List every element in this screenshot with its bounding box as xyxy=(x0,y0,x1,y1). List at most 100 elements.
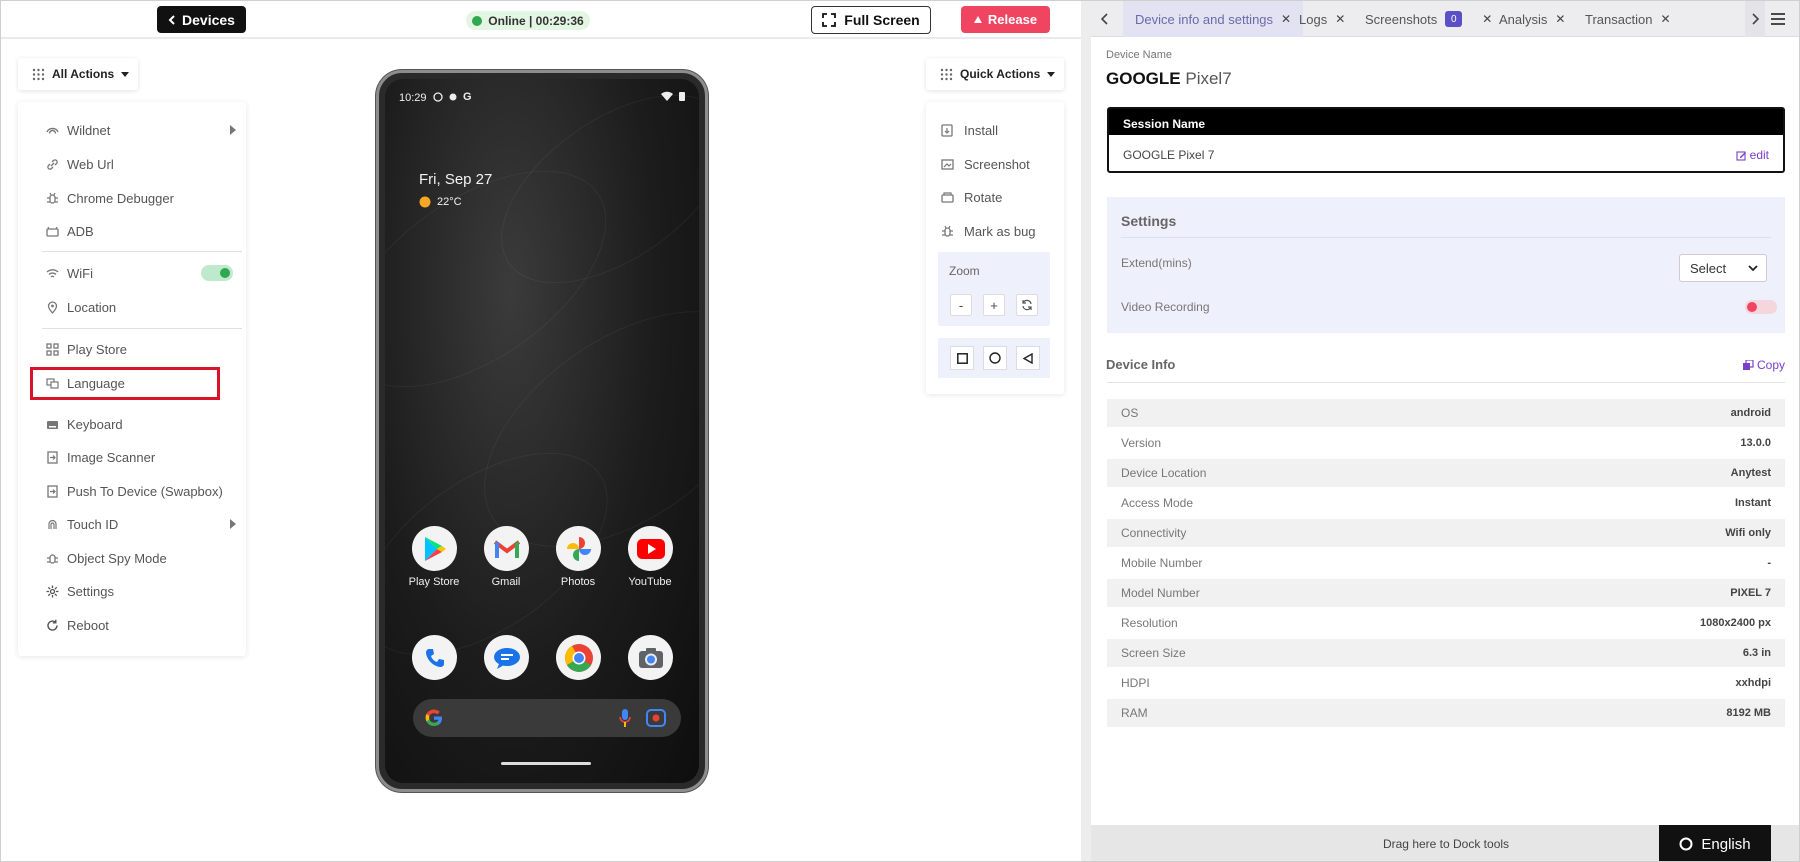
close-icon[interactable]: ✕ xyxy=(1555,12,1565,26)
quick-action-install[interactable]: Install xyxy=(941,118,998,142)
gmail-app-icon[interactable] xyxy=(484,526,529,571)
menu-item-location[interactable]: Location xyxy=(46,295,116,319)
video-recording-toggle[interactable] xyxy=(1745,300,1777,314)
back-button[interactable] xyxy=(1016,346,1040,370)
zoom-reset-button[interactable] xyxy=(1016,294,1038,316)
menu-item-object-spy[interactable]: Object Spy Mode xyxy=(46,546,167,570)
settings-divider xyxy=(1121,237,1771,238)
row-key: OS xyxy=(1121,406,1139,420)
network-icon xyxy=(46,124,59,137)
tabs-scroll-left-button[interactable] xyxy=(1101,1,1109,37)
phone-app-icon[interactable] xyxy=(412,635,457,680)
wifi-icon xyxy=(46,267,59,280)
lens-icon[interactable] xyxy=(646,709,666,727)
menu-item-push-to-device[interactable]: Push To Device (Swapbox) xyxy=(46,479,223,503)
quick-action-mark-bug[interactable]: Mark as bug xyxy=(941,219,1036,243)
menu-item-wifi[interactable]: WiFi xyxy=(46,261,233,285)
menu-item-label: WiFi xyxy=(67,265,93,281)
tab-screenshots[interactable]: Screenshots 0 ✕ xyxy=(1365,1,1492,37)
extend-select[interactable]: Select xyxy=(1679,254,1767,282)
device-info-divider xyxy=(1107,382,1785,383)
copy-label: Copy xyxy=(1756,358,1785,372)
menu-item-label: Play Store xyxy=(67,341,127,357)
google-g-icon xyxy=(425,709,443,727)
home-button[interactable] xyxy=(983,346,1007,370)
close-icon[interactable]: ✕ xyxy=(1335,12,1345,26)
microphone-icon[interactable] xyxy=(619,708,631,728)
tab-logs[interactable]: Logs ✕ xyxy=(1299,1,1345,37)
quick-actions-dropdown[interactable]: Quick Actions xyxy=(926,58,1064,90)
wifi-toggle[interactable] xyxy=(201,265,233,281)
gesture-home-bar[interactable] xyxy=(501,762,591,765)
app-window: Devices Online | 00:29:36 Full Screen Re… xyxy=(0,0,1800,862)
copy-button[interactable]: Copy xyxy=(1742,358,1785,372)
zoom-out-button[interactable]: - xyxy=(950,294,972,316)
menu-item-play-store[interactable]: Play Store xyxy=(46,337,127,361)
menu-item-reboot[interactable]: Reboot xyxy=(46,613,109,637)
row-key: Resolution xyxy=(1121,616,1178,630)
tab-device-info[interactable]: Device info and settings ✕ xyxy=(1123,1,1304,37)
device-pane: Devices Online | 00:29:36 Full Screen Re… xyxy=(1,1,1081,861)
menu-item-wildnet[interactable]: Wildnet xyxy=(46,118,236,142)
quick-action-label: Install xyxy=(964,122,998,138)
tabs-scroll-right-button[interactable] xyxy=(1745,1,1765,37)
back-to-devices-button[interactable]: Devices xyxy=(157,6,246,33)
weather-temp: 22°C xyxy=(437,196,462,208)
chrome-app-icon[interactable] xyxy=(556,635,601,680)
video-recording-label: Video Recording xyxy=(1121,300,1210,314)
close-icon[interactable]: ✕ xyxy=(1281,12,1291,26)
row-value: - xyxy=(1767,557,1771,569)
zoom-in-button[interactable]: + xyxy=(983,294,1005,316)
menu-item-settings[interactable]: Settings xyxy=(46,579,114,603)
menu-divider xyxy=(42,328,242,329)
quick-action-label: Mark as bug xyxy=(964,223,1036,239)
close-icon[interactable]: ✕ xyxy=(1660,12,1670,26)
menu-item-label: Image Scanner xyxy=(67,449,156,465)
row-key: Connectivity xyxy=(1121,526,1187,540)
menu-item-label: Settings xyxy=(67,583,114,599)
youtube-app-icon[interactable] xyxy=(628,526,673,571)
full-screen-button[interactable]: Full Screen xyxy=(811,6,931,34)
circle-icon xyxy=(989,352,1001,364)
fingerprint-icon xyxy=(46,518,59,531)
edit-session-button[interactable]: edit xyxy=(1736,148,1769,162)
camera-app-icon[interactable] xyxy=(628,635,673,680)
copy-icon xyxy=(1742,359,1754,371)
table-row: Resolution 1080x2400 px xyxy=(1107,609,1785,637)
all-actions-dropdown[interactable]: All Actions xyxy=(18,58,138,90)
gear-icon xyxy=(46,585,59,598)
row-value: 1080x2400 px xyxy=(1700,617,1771,629)
quick-action-rotate[interactable]: Rotate xyxy=(941,185,1002,209)
photos-app-icon[interactable] xyxy=(556,526,601,571)
menu-item-keyboard[interactable]: Keyboard xyxy=(46,412,123,436)
table-row: RAM 8192 MB xyxy=(1107,699,1785,727)
session-name-header: Session Name xyxy=(1109,109,1783,135)
menu-item-label: Wildnet xyxy=(67,122,111,138)
menu-item-touch-id[interactable]: Touch ID xyxy=(46,512,236,536)
device-screen[interactable]: 10:29 G Fri, Sep 27 22°C Play Store Gmai… xyxy=(385,79,699,783)
device-brand: GOOGLE xyxy=(1106,69,1181,88)
google-search-bar[interactable] xyxy=(413,699,681,737)
table-row: Version 13.0.0 xyxy=(1107,429,1785,457)
menu-item-web-url[interactable]: Web Url xyxy=(46,152,114,176)
close-icon[interactable]: ✕ xyxy=(1482,12,1492,26)
menu-item-adb[interactable]: ADB xyxy=(46,219,94,243)
menu-item-chrome-debugger[interactable]: Chrome Debugger xyxy=(46,186,174,210)
recents-button[interactable] xyxy=(950,346,974,370)
hamburger-menu-button[interactable] xyxy=(1771,1,1785,37)
release-button[interactable]: Release xyxy=(961,6,1050,33)
messages-app-icon[interactable] xyxy=(484,635,529,680)
quick-action-screenshot[interactable]: Screenshot xyxy=(941,152,1030,176)
quick-action-label: Screenshot xyxy=(964,156,1030,172)
row-key: Device Location xyxy=(1121,466,1207,480)
row-value: 13.0.0 xyxy=(1740,437,1771,449)
quick-actions-label: Quick Actions xyxy=(960,67,1041,81)
language-button[interactable]: English xyxy=(1659,825,1771,861)
menu-item-image-scanner[interactable]: Image Scanner xyxy=(46,445,155,469)
play-store-app-icon[interactable] xyxy=(412,526,457,571)
pane-divider[interactable] xyxy=(1081,1,1091,861)
tab-analysis[interactable]: Analysis ✕ xyxy=(1499,1,1565,37)
row-value: Wifi only xyxy=(1725,527,1771,539)
tab-transaction[interactable]: Transaction ✕ xyxy=(1585,1,1671,37)
refresh-icon xyxy=(1021,299,1033,311)
